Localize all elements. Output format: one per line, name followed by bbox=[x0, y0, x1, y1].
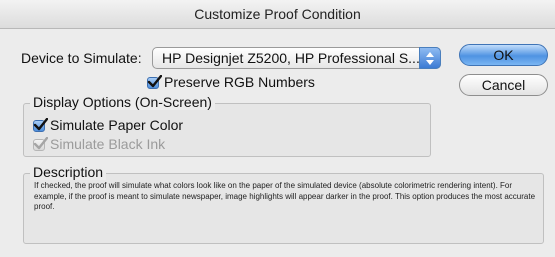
checkmark-icon bbox=[33, 137, 48, 150]
device-popup[interactable]: HP Designjet Z5200, HP Professional S... bbox=[152, 47, 441, 69]
simulate-black-checkbox[interactable] bbox=[33, 137, 48, 151]
simulate-paper-label: Simulate Paper Color bbox=[50, 117, 184, 133]
ok-button[interactable]: OK bbox=[459, 44, 548, 66]
window-title: Customize Proof Condition bbox=[0, 0, 555, 29]
updown-arrows-icon bbox=[419, 47, 441, 69]
device-popup-value: HP Designjet Z5200, HP Professional S... bbox=[162, 50, 420, 66]
preserve-rgb-checkbox[interactable] bbox=[147, 75, 162, 89]
checkmark-icon bbox=[33, 118, 48, 131]
checkmark-icon bbox=[147, 75, 162, 88]
description-title: Description bbox=[30, 164, 107, 180]
description-text: If checked, the proof will simulate what… bbox=[34, 181, 536, 212]
preserve-rgb-label: Preserve RGB Numbers bbox=[164, 74, 315, 90]
cancel-button[interactable]: Cancel bbox=[459, 74, 548, 96]
simulate-paper-checkbox[interactable] bbox=[33, 118, 48, 132]
device-label: Device to Simulate: bbox=[21, 50, 142, 66]
simulate-black-label: Simulate Black Ink bbox=[50, 136, 166, 152]
display-options-title: Display Options (On-Screen) bbox=[30, 94, 215, 110]
